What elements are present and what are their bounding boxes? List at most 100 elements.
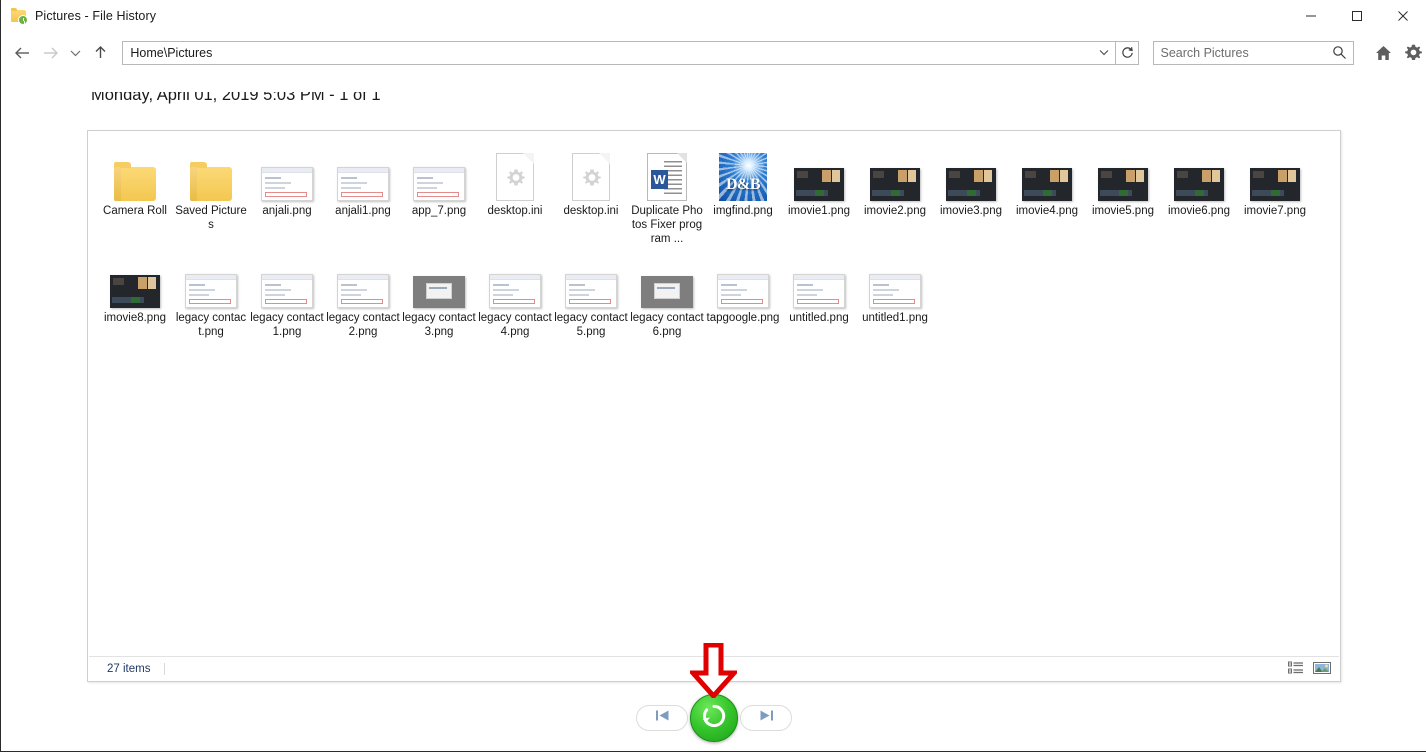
file-tile[interactable]: Saved Pictures bbox=[173, 139, 249, 246]
file-thumbnail bbox=[413, 252, 465, 308]
file-thumbnail bbox=[641, 252, 693, 308]
window-title: Pictures - File History bbox=[35, 8, 157, 23]
file-tile[interactable]: imovie3.png bbox=[933, 139, 1009, 246]
minimize-button[interactable] bbox=[1288, 0, 1334, 31]
file-thumbnail: W bbox=[647, 145, 687, 201]
file-tile[interactable]: Camera Roll bbox=[97, 139, 173, 246]
file-tile[interactable]: W Duplicate Photos Fixer program ... bbox=[629, 139, 705, 246]
forward-arrow-icon bbox=[37, 39, 65, 67]
file-tile[interactable]: D&B imgfind.png bbox=[705, 139, 781, 246]
file-tile[interactable]: legacy contact1.png bbox=[249, 246, 325, 339]
image-thumbnail bbox=[413, 276, 465, 308]
file-thumbnail bbox=[337, 252, 389, 308]
file-tile[interactable]: legacy contact.png bbox=[173, 246, 249, 339]
file-tile[interactable]: imovie1.png bbox=[781, 139, 857, 246]
image-thumbnail bbox=[565, 274, 617, 308]
image-thumbnail bbox=[1174, 168, 1224, 201]
image-thumbnail bbox=[337, 167, 389, 201]
recent-locations-chevron-down-icon[interactable] bbox=[65, 39, 87, 67]
details-view-icon[interactable] bbox=[1287, 659, 1305, 677]
gear-icon[interactable] bbox=[1400, 40, 1426, 66]
file-thumbnail bbox=[261, 145, 313, 201]
back-arrow-icon[interactable] bbox=[9, 39, 37, 67]
file-name-label: desktop.ini bbox=[487, 205, 543, 217]
file-tile[interactable]: untitled.png bbox=[781, 246, 857, 339]
up-arrow-icon[interactable] bbox=[87, 39, 115, 67]
search-input[interactable] bbox=[1154, 44, 1325, 61]
image-thumbnail bbox=[337, 274, 389, 308]
file-thumbnail bbox=[572, 145, 610, 201]
file-tile[interactable]: legacy contact2.png bbox=[325, 246, 401, 339]
file-tile[interactable]: app_7.png bbox=[401, 139, 477, 246]
address-path-text: Home\Pictures bbox=[130, 45, 213, 60]
file-tile[interactable]: anjali.png bbox=[249, 139, 325, 246]
image-thumbnail bbox=[793, 274, 845, 308]
file-thumbnail bbox=[793, 252, 845, 308]
close-button[interactable] bbox=[1380, 0, 1426, 31]
file-name-label: legacy contact2.png bbox=[326, 312, 400, 338]
home-icon[interactable] bbox=[1370, 40, 1396, 66]
file-thumbnail bbox=[1174, 145, 1224, 201]
file-thumbnail bbox=[1250, 145, 1300, 201]
file-tile[interactable]: imovie6.png bbox=[1161, 139, 1237, 246]
file-name-label: anjali1.png bbox=[335, 205, 391, 217]
file-history-window: Pictures - File History Home\Pictures Se… bbox=[0, 0, 1426, 752]
image-thumbnail bbox=[869, 274, 921, 308]
file-name-label: imovie1.png bbox=[787, 205, 850, 217]
folder-icon bbox=[114, 162, 156, 201]
large-icons-view-icon[interactable] bbox=[1313, 659, 1331, 677]
file-thumbnail bbox=[870, 145, 920, 201]
previous-version-button[interactable] bbox=[636, 705, 688, 731]
address-bar: Home\Pictures bbox=[1, 31, 1426, 74]
restore-button[interactable] bbox=[690, 694, 738, 742]
file-tile[interactable]: legacy contact6.png bbox=[629, 246, 705, 339]
file-name-label: legacy contact4.png bbox=[478, 312, 552, 338]
file-name-label: imovie8.png bbox=[103, 312, 166, 324]
file-tile[interactable]: legacy contact3.png bbox=[401, 246, 477, 339]
maximize-button[interactable] bbox=[1334, 0, 1380, 31]
next-version-button[interactable] bbox=[740, 705, 792, 731]
search-box[interactable] bbox=[1153, 40, 1355, 65]
file-tile[interactable]: imovie7.png bbox=[1237, 139, 1313, 246]
file-tile[interactable]: untitled1.png bbox=[857, 246, 933, 339]
word-document-icon: W bbox=[647, 153, 687, 201]
file-tile[interactable]: legacy contact4.png bbox=[477, 246, 553, 339]
restore-circular-arrow-icon bbox=[699, 701, 729, 736]
ini-file-icon bbox=[496, 153, 534, 201]
file-name-label: legacy contact.png bbox=[175, 312, 247, 338]
file-thumbnail bbox=[717, 252, 769, 308]
db-starburst-icon: D&B bbox=[719, 153, 767, 201]
file-tile[interactable]: imovie4.png bbox=[1009, 139, 1085, 246]
window-controls bbox=[1288, 0, 1426, 31]
file-thumbnail bbox=[114, 145, 156, 201]
address-chevron-down-icon[interactable] bbox=[1093, 42, 1115, 64]
view-mode-buttons bbox=[1287, 659, 1331, 677]
file-tile[interactable]: desktop.ini bbox=[477, 139, 553, 246]
file-thumbnail bbox=[190, 145, 232, 201]
file-thumbnail bbox=[946, 145, 996, 201]
file-tile[interactable]: imovie5.png bbox=[1085, 139, 1161, 246]
address-path-field[interactable]: Home\Pictures bbox=[122, 40, 1116, 65]
file-thumbnail bbox=[496, 145, 534, 201]
ini-file-icon bbox=[572, 153, 610, 201]
file-tile[interactable]: legacy contact5.png bbox=[553, 246, 629, 339]
file-tile[interactable]: imovie2.png bbox=[857, 139, 933, 246]
backup-date-header: Monday, April 01, 2019 5:03 PM - 1 of 1 bbox=[91, 92, 891, 110]
file-tile[interactable]: desktop.ini bbox=[553, 139, 629, 246]
file-thumbnail bbox=[261, 252, 313, 308]
file-name-label: app_7.png bbox=[411, 205, 467, 217]
file-thumbnail bbox=[185, 252, 237, 308]
file-name-label: imovie7.png bbox=[1243, 205, 1306, 217]
file-thumbnail bbox=[565, 252, 617, 308]
refresh-icon[interactable] bbox=[1115, 40, 1140, 65]
file-tile[interactable]: anjali1.png bbox=[325, 139, 401, 246]
file-thumbnail bbox=[337, 145, 389, 201]
file-tile[interactable]: imovie8.png bbox=[97, 246, 173, 339]
skip-next-icon bbox=[758, 709, 775, 727]
file-tile[interactable]: tapgoogle.png bbox=[705, 246, 781, 339]
file-thumbnail bbox=[1022, 145, 1072, 201]
file-name-label: imgfind.png bbox=[713, 205, 773, 217]
folder-history-icon bbox=[11, 7, 28, 25]
image-thumbnail bbox=[261, 274, 313, 308]
red-down-arrow-marker bbox=[687, 642, 740, 700]
